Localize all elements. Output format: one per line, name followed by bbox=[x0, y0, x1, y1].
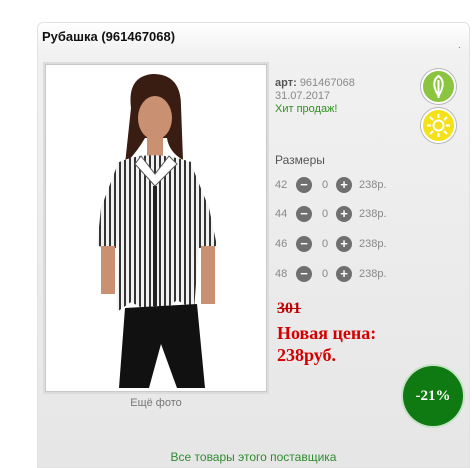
size-quantity: 0 bbox=[321, 208, 329, 220]
bestseller-label: Хит продаж! bbox=[275, 103, 338, 115]
size-quantity: 0 bbox=[321, 238, 329, 250]
increase-button[interactable]: + bbox=[336, 236, 352, 252]
size-price: 238р. bbox=[359, 179, 387, 191]
product-meta: арт: 961467068 31.07.2017 Хит продаж! bbox=[275, 77, 355, 116]
season-badge bbox=[421, 108, 456, 143]
discount-badge: -21% bbox=[403, 366, 463, 426]
title-dot: . bbox=[458, 40, 461, 51]
increase-button[interactable]: + bbox=[336, 177, 352, 193]
size-quantity: 0 bbox=[321, 268, 329, 280]
size-value: 48 bbox=[275, 268, 288, 280]
article-number: 961467068 bbox=[299, 77, 355, 89]
more-photo-link[interactable]: Ещё фото bbox=[45, 397, 267, 409]
new-price-value: 238руб. bbox=[277, 345, 337, 365]
size-price: 238р. bbox=[359, 268, 387, 280]
decrease-button[interactable]: − bbox=[296, 236, 312, 252]
product-photo[interactable] bbox=[45, 64, 267, 392]
increase-button[interactable]: + bbox=[336, 206, 352, 222]
sizes-title: Размеры bbox=[275, 153, 325, 167]
size-value: 46 bbox=[275, 238, 288, 250]
eco-badge bbox=[421, 69, 456, 104]
decrease-button[interactable]: − bbox=[296, 177, 312, 193]
article-label: арт: bbox=[275, 77, 297, 89]
old-price: 301 bbox=[277, 300, 301, 317]
leaf-icon bbox=[433, 74, 444, 98]
increase-button[interactable]: + bbox=[336, 266, 352, 282]
new-price-block: Новая цена: 238руб. bbox=[277, 322, 376, 366]
size-quantity: 0 bbox=[321, 179, 329, 191]
article-line: арт: 961467068 bbox=[275, 77, 355, 90]
product-title: Рубашка (961467068) bbox=[42, 29, 176, 44]
size-value: 42 bbox=[275, 179, 288, 191]
sun-icon bbox=[427, 114, 450, 137]
product-date: 31.07.2017 bbox=[275, 90, 331, 102]
supplier-products-link[interactable]: Все товары этого поставщика bbox=[37, 450, 470, 464]
decrease-button[interactable]: − bbox=[296, 266, 312, 282]
size-price: 238р. bbox=[359, 208, 387, 220]
size-price: 238р. bbox=[359, 238, 387, 250]
new-price-label: Новая цена: bbox=[277, 323, 377, 343]
size-value: 44 bbox=[275, 208, 288, 220]
product-image bbox=[49, 68, 263, 388]
decrease-button[interactable]: − bbox=[296, 206, 312, 222]
